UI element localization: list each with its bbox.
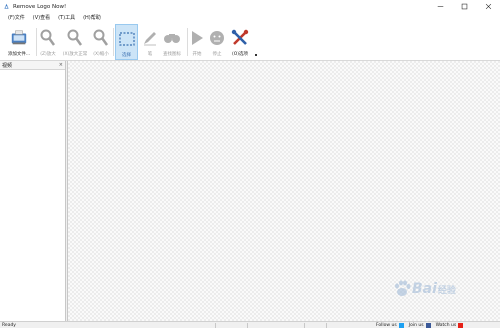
find-logo-button[interactable]: 查找图标 bbox=[160, 24, 184, 58]
status-cell bbox=[326, 323, 347, 328]
status-cell bbox=[304, 323, 325, 328]
close-icon bbox=[485, 3, 491, 10]
close-button[interactable] bbox=[476, 0, 500, 13]
maximize-button[interactable] bbox=[452, 0, 476, 13]
add-file-label: 添加文件... bbox=[7, 52, 31, 57]
stop-label: 停止 bbox=[212, 52, 222, 57]
select-tool-label: 选择 bbox=[122, 53, 131, 58]
toolbar: 添加文件... (Z)放大 (X)放大正常 (X)缩小 选择 笔 查找图标 开始… bbox=[0, 22, 500, 61]
play-icon bbox=[192, 31, 203, 45]
window-controls bbox=[428, 0, 500, 13]
social-links: Follow us Join us Watch us bbox=[376, 322, 464, 328]
add-file-icon bbox=[11, 30, 27, 45]
fit-zoom-label: (X)放大正常 bbox=[62, 52, 88, 57]
tools-options-icon bbox=[231, 29, 249, 45]
video-panel: 视频 × bbox=[0, 61, 66, 321]
zoom-out-icon bbox=[93, 29, 109, 46]
menu-file[interactable]: (F)文件 bbox=[8, 14, 25, 21]
menu-tools[interactable]: (T)工具 bbox=[58, 14, 75, 21]
pen-tool-label: 笔 bbox=[147, 52, 153, 57]
start-button[interactable]: 开始 bbox=[188, 24, 206, 58]
title-bar: Remove Logo Now! bbox=[0, 0, 500, 13]
select-tool-button[interactable]: 选择 bbox=[115, 24, 138, 60]
menu-bar: (F)文件 (V)查看 (T)工具 (H)帮助 bbox=[0, 13, 500, 22]
paw-icon bbox=[395, 280, 411, 296]
zoom-out-label: (X)缩小 bbox=[93, 52, 109, 57]
minimize-button[interactable] bbox=[428, 0, 452, 13]
stop-button[interactable]: 停止 bbox=[208, 24, 226, 58]
panel-close-icon[interactable]: × bbox=[59, 62, 63, 68]
maximize-icon bbox=[461, 3, 467, 10]
zoom-in-button[interactable]: (Z)放大 bbox=[38, 24, 58, 58]
options-label: (O)选项 bbox=[231, 52, 249, 57]
watermark-suffix: 经验 bbox=[437, 285, 456, 296]
baidu-watermark: Bai 经验 bbox=[392, 274, 472, 304]
find-logo-label: 查找图标 bbox=[163, 52, 181, 57]
options-button[interactable]: (O)选项 bbox=[228, 24, 252, 58]
panel-title: 视频 bbox=[2, 62, 13, 69]
status-cell bbox=[247, 323, 303, 328]
panel-header: 视频 × bbox=[0, 61, 65, 70]
window-title: Remove Logo Now! bbox=[13, 3, 67, 10]
zoom-in-icon bbox=[40, 29, 56, 46]
minimize-icon bbox=[437, 6, 443, 7]
fit-zoom-icon bbox=[67, 29, 83, 46]
add-file-button[interactable]: 添加文件... bbox=[3, 24, 35, 58]
zoom-out-button[interactable]: (X)缩小 bbox=[91, 24, 111, 58]
dropdown-indicator bbox=[255, 54, 257, 56]
stop-face-icon bbox=[210, 31, 224, 45]
menu-help[interactable]: (H)帮助 bbox=[83, 14, 101, 21]
fit-zoom-button[interactable]: (X)放大正常 bbox=[60, 24, 90, 58]
menu-view[interactable]: (V)查看 bbox=[33, 14, 50, 21]
pen-icon bbox=[144, 32, 156, 46]
binoculars-icon bbox=[164, 34, 180, 43]
app-logo-icon bbox=[4, 3, 9, 9]
status-cell bbox=[215, 323, 246, 328]
watermark-text: Bai bbox=[412, 281, 437, 297]
select-rectangle-icon bbox=[118, 32, 135, 46]
toolbar-separator bbox=[113, 28, 114, 56]
start-label: 开始 bbox=[192, 52, 202, 57]
zoom-in-label: (Z)放大 bbox=[40, 52, 56, 57]
pen-tool-button[interactable]: 笔 bbox=[140, 24, 160, 58]
